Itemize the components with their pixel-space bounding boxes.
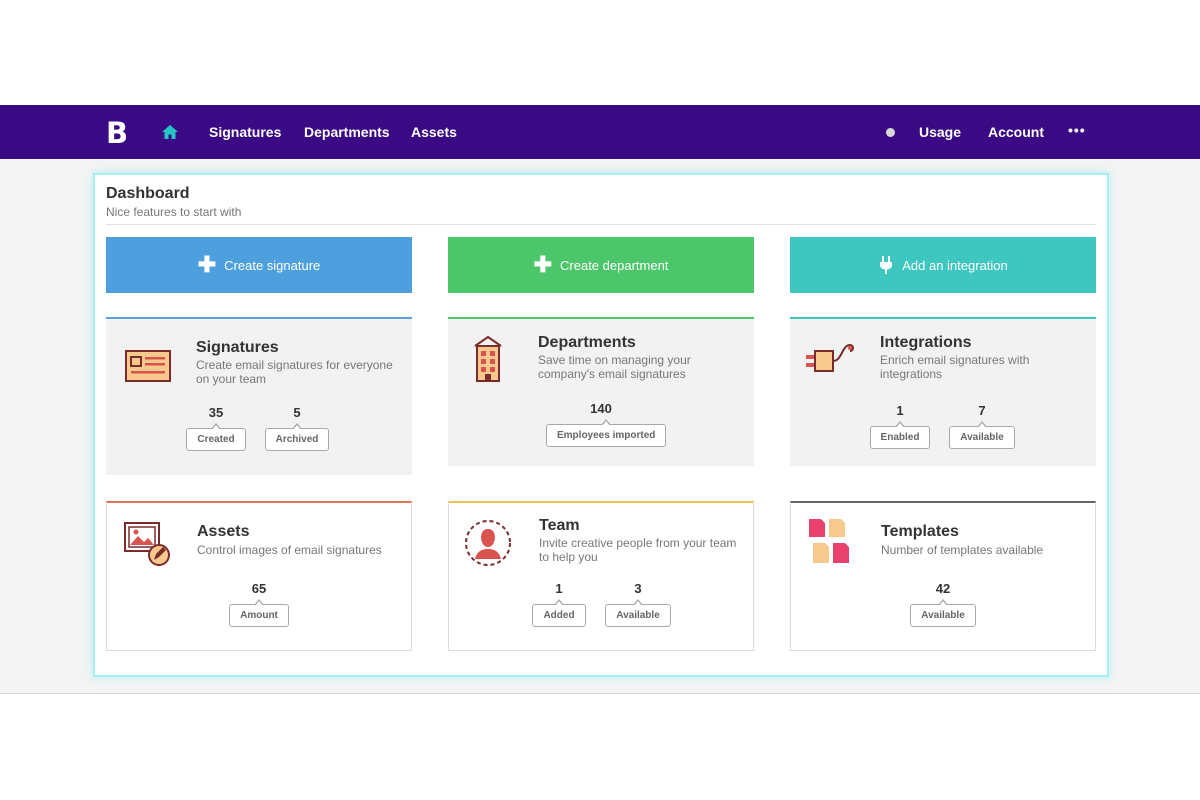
stat-templates-available: 42 Available <box>903 581 983 627</box>
plus-icon: ✚ <box>533 252 553 277</box>
integrations-card[interactable]: Integrations Enrich email signatures wit… <box>790 317 1096 466</box>
assets-card[interactable]: Assets Control images of email signature… <box>106 501 412 651</box>
stat-available: 3 Available <box>598 581 678 627</box>
create-department-label: Create department <box>560 257 669 273</box>
top-navbar: B Signatures Departments Assets Usage Ac… <box>0 105 1200 159</box>
status-badge: Amount <box>229 599 289 627</box>
signatures-card[interactable]: Signatures Create email signatures for e… <box>106 317 412 475</box>
status-badge: Added <box>532 599 586 627</box>
create-signature-button[interactable]: ✚ Create signature <box>106 237 412 293</box>
stat-employees-imported: 140 Employees imported <box>546 401 667 447</box>
plug-icon <box>880 256 893 274</box>
divider <box>106 224 1096 225</box>
person-icon <box>465 520 511 566</box>
nav-link-account[interactable]: Account <box>988 123 1044 141</box>
home-icon[interactable] <box>160 122 180 142</box>
plus-icon: ✚ <box>197 252 217 277</box>
status-badge: Employees imported <box>546 419 667 447</box>
stat-amount: 65 Amount <box>219 581 299 627</box>
team-desc: Invite creative people from your team to… <box>539 536 737 564</box>
add-integration-button[interactable]: Add an integration <box>790 237 1096 293</box>
app-logo[interactable]: B <box>106 119 128 148</box>
team-card[interactable]: Team Invite creative people from your te… <box>448 501 754 651</box>
templates-icon <box>809 519 849 563</box>
image-edit-icon <box>124 522 170 566</box>
plug-cable-icon <box>806 343 854 372</box>
create-signature-label: Create signature <box>224 257 321 273</box>
stat-added: 1 Added <box>519 581 599 627</box>
assets-desc: Control images of email signatures <box>197 543 382 557</box>
signatures-title: Signatures <box>196 339 279 356</box>
integrations-title: Integrations <box>880 334 972 351</box>
status-badge: Archived <box>264 423 330 451</box>
templates-card[interactable]: Templates Number of templates available … <box>790 501 1096 651</box>
page-subtitle: Nice features to start with <box>106 205 242 219</box>
integrations-desc: Enrich email signatures with integration… <box>880 353 1030 381</box>
stat-archived: 5 Archived <box>257 405 337 451</box>
add-integration-label: Add an integration <box>902 257 1008 273</box>
nav-link-usage[interactable]: Usage <box>919 123 961 141</box>
stat-created: 35 Created <box>176 405 256 451</box>
stat-enabled: 1 Enabled <box>860 403 940 449</box>
building-icon <box>474 335 502 382</box>
status-badge: Available <box>605 599 671 627</box>
nav-link-departments[interactable]: Departments <box>304 123 390 141</box>
departments-title: Departments <box>538 334 636 351</box>
signature-card-icon <box>125 350 171 382</box>
page-title: Dashboard <box>106 185 190 202</box>
create-department-button[interactable]: ✚ Create department <box>448 237 754 293</box>
stat-available: 7 Available <box>942 403 1022 449</box>
departments-card[interactable]: Departments Save time on managing your c… <box>448 317 754 466</box>
status-badge: Enabled <box>869 421 931 449</box>
status-badge: Available <box>949 421 1015 449</box>
page-background: B Signatures Departments Assets Usage Ac… <box>0 105 1200 694</box>
nav-link-assets[interactable]: Assets <box>411 123 457 141</box>
status-dot-icon <box>886 128 895 137</box>
departments-desc: Save time on managing your company's ema… <box>538 353 691 381</box>
assets-title: Assets <box>197 523 250 540</box>
status-badge: Created <box>186 423 246 451</box>
team-title: Team <box>539 517 580 534</box>
templates-desc: Number of templates available <box>881 543 1044 557</box>
signatures-desc: Create email signatures for everyone on … <box>196 358 393 386</box>
more-menu-icon[interactable]: ••• <box>1068 122 1086 138</box>
nav-link-signatures[interactable]: Signatures <box>209 123 281 141</box>
templates-title: Templates <box>881 523 959 540</box>
dashboard-panel: Dashboard Nice features to start with ✚ … <box>93 173 1109 677</box>
status-badge: Available <box>910 599 976 627</box>
